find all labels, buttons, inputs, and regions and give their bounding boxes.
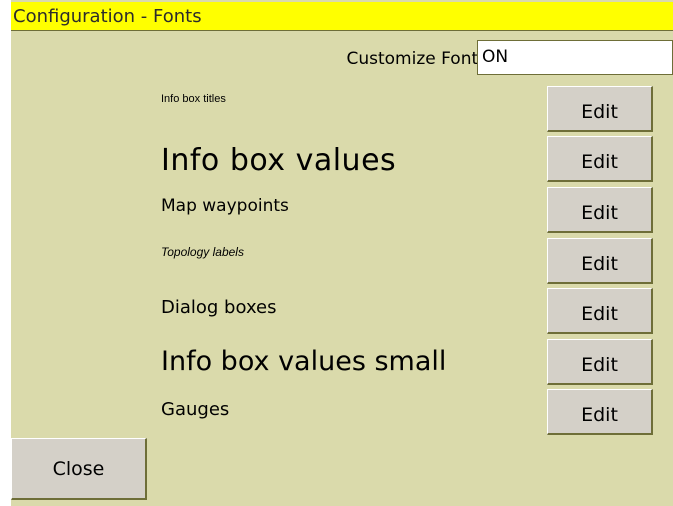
edit-info-box-values-small-button[interactable]: Edit <box>547 339 653 385</box>
edit-dialog-boxes-button[interactable]: Edit <box>547 288 653 334</box>
customize-fonts-field[interactable]: ON <box>477 40 673 75</box>
edit-map-waypoints-button[interactable]: Edit <box>547 187 653 233</box>
edit-info-box-values-button[interactable]: Edit <box>547 136 653 182</box>
font-label-info-box-values: Info box values <box>161 143 397 178</box>
window-title: Configuration - Fonts <box>11 2 673 31</box>
font-label-gauges: Gauges <box>161 399 230 420</box>
font-label-info-box-titles: Info box titles <box>161 93 226 105</box>
font-label-info-box-values-small: Info box values small <box>161 346 447 377</box>
edit-topology-labels-button[interactable]: Edit <box>547 238 653 284</box>
customize-fonts-label: Customize Fonts <box>346 49 487 69</box>
font-label-dialog-boxes: Dialog boxes <box>161 297 277 318</box>
edit-gauges-button[interactable]: Edit <box>547 389 653 435</box>
edit-info-box-titles-button[interactable]: Edit <box>547 86 653 132</box>
font-label-map-waypoints: Map waypoints <box>161 196 289 216</box>
configuration-fonts-dialog: Configuration - Fonts Customize Fonts ON… <box>11 0 673 506</box>
close-button[interactable]: Close <box>11 438 147 500</box>
font-label-topology-labels: Topology labels <box>161 245 244 259</box>
